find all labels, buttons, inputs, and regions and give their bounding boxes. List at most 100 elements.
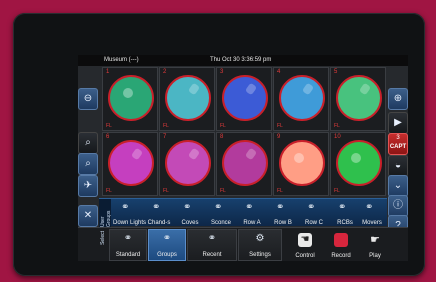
monitor-bezel: Museum (---) Thu Oct 30 3:36:59 pm ⊖ ⌕ ⌕… — [13, 13, 425, 276]
tile-fl-label: FL — [220, 188, 226, 194]
fixture-tile-2[interactable]: 2 FL — [159, 67, 215, 131]
tab-label: Recent — [202, 252, 222, 258]
fixture-tile-5[interactable]: 5 FL — [330, 67, 386, 131]
remove-fixture-button[interactable]: ⊖ — [78, 88, 98, 110]
zoom-out-button[interactable]: ⌕ — [78, 153, 98, 175]
tile-number: 9 — [277, 134, 281, 140]
tools-button[interactable]: ✕ — [78, 205, 98, 227]
group-icon: ⚭ — [183, 202, 192, 213]
group-icon: ⚭ — [245, 202, 254, 213]
fixture-color-swatch — [165, 75, 211, 121]
fixture-tile-9[interactable]: 9 FL — [273, 132, 329, 196]
tile-number: 7 — [163, 134, 167, 140]
select-heading: Select — [99, 228, 109, 261]
tile-number: 10 — [334, 134, 341, 140]
group-sconce[interactable]: ⚭ Sconce — [206, 199, 236, 227]
groups-heading-label: User Groups — [100, 210, 112, 227]
arrow-right-button[interactable]: ▶ — [388, 112, 408, 134]
group-row-b[interactable]: ⚭ Row B — [268, 199, 298, 227]
fixture-color-swatch — [279, 75, 325, 121]
projector-minus-icon: ⊖ — [83, 93, 93, 104]
wrench-icon: ✕ — [83, 210, 93, 221]
tile-number: 1 — [106, 69, 110, 75]
fixture-tile-8[interactable]: 8 FL — [216, 132, 272, 196]
group-rcbs[interactable]: ⚭ RCBs — [330, 199, 360, 227]
mode-record[interactable]: Record — [324, 229, 358, 261]
play-hand-icon: ☛ — [370, 234, 380, 246]
fan-button[interactable]: ✈ — [78, 175, 98, 197]
settings-icon: ⚙ — [255, 233, 265, 244]
tile-number: 6 — [106, 134, 110, 140]
tile-number: 2 — [163, 69, 167, 75]
light-bulb-icon — [294, 153, 304, 163]
mode-play[interactable]: ☛ Play — [358, 229, 392, 261]
standard-icon: ⚭ — [123, 233, 133, 244]
scroll-down-button[interactable]: ⌄ — [388, 175, 408, 197]
capture-button[interactable]: 3 CAPT — [388, 133, 408, 155]
datetime-label: Thu Oct 30 3:36:59 pm — [210, 57, 272, 63]
group-icon: ⚭ — [338, 202, 347, 213]
group-icon: ⚭ — [276, 202, 285, 213]
bottom-bar: Select ⚭ Standard ⚭ Groups ⚭ Recent ⚙ Se… — [78, 227, 408, 261]
capture-label: CAPT — [389, 144, 407, 150]
select-heading-label: Select — [100, 231, 106, 245]
arrow-right-icon: ▶ — [394, 117, 402, 128]
zoom-in-button[interactable]: ⌕ — [78, 132, 98, 154]
group-label: Sconce — [210, 220, 231, 226]
fixture-color-swatch — [279, 140, 325, 186]
add-fixture-button[interactable]: ⊕ — [388, 88, 408, 110]
fixture-tile-6[interactable]: 6 FL — [102, 132, 158, 196]
tile-number: 8 — [220, 134, 224, 140]
tile-number: 4 — [277, 69, 281, 75]
light-bulb-icon — [123, 88, 133, 98]
group-chand-s[interactable]: ⚭ Chand-s — [144, 199, 174, 227]
user-groups-bar: User Groups ⚭ Down Lights ⚭ Chand-s ⚭ Co… — [99, 198, 387, 227]
tab-recent[interactable]: ⚭ Recent — [187, 229, 237, 261]
group-label: Row C — [304, 220, 323, 226]
group-icon: ⚭ — [365, 202, 374, 213]
hand-icon: ☚ — [298, 233, 312, 247]
mode-control[interactable]: ☚ Control — [288, 229, 322, 261]
bowl-button[interactable]: ◒ — [388, 155, 408, 177]
light-bulb-icon — [351, 153, 361, 163]
group-down-lights[interactable]: ⚭ Down Lights — [113, 199, 146, 227]
bowl-icon: ◒ — [394, 160, 402, 171]
tab-label: Settings — [249, 252, 271, 258]
tile-fl-label: FL — [220, 123, 226, 129]
group-label: Coves — [181, 220, 199, 226]
tab-label: Standard — [115, 252, 141, 258]
chevron-down-icon: ⌄ — [393, 180, 403, 191]
recent-icon: ⚭ — [207, 233, 217, 244]
group-row-c[interactable]: ⚭ Row C — [299, 199, 329, 227]
group-coves[interactable]: ⚭ Coves — [175, 199, 205, 227]
capture-count: 3 — [396, 135, 400, 141]
groups-icon: ⚭ — [162, 233, 172, 244]
group-label: Chand-s — [147, 220, 171, 226]
groups-heading: User Groups — [99, 199, 112, 227]
fixture-tile-1[interactable]: 1 FL — [102, 67, 158, 131]
fixture-color-swatch — [165, 140, 211, 186]
group-label: RCBs — [337, 220, 353, 226]
tile-fl-label: FL — [106, 188, 112, 194]
magnify-icon: ⌕ — [85, 137, 91, 148]
fixture-color-swatch — [336, 140, 382, 186]
tab-standard[interactable]: ⚭ Standard — [109, 229, 147, 261]
group-label: Row B — [274, 220, 292, 226]
location-label: Museum (---) — [104, 57, 139, 63]
fixture-tile-4[interactable]: 4 FL — [273, 67, 329, 131]
group-row-a[interactable]: ⚭ Row A — [237, 199, 267, 227]
title-bar: Museum (---) Thu Oct 30 3:36:59 pm — [78, 55, 408, 66]
group-movers[interactable]: ⚭ Movers — [357, 199, 387, 227]
fixture-tile-7[interactable]: 7 FL — [159, 132, 215, 196]
group-icon: ⚭ — [307, 202, 316, 213]
fixture-tile-10[interactable]: 10 FL — [330, 132, 386, 196]
tab-groups[interactable]: ⚭ Groups — [148, 229, 186, 261]
tab-settings[interactable]: ⚙ Settings — [238, 229, 282, 261]
fixture-tile-3[interactable]: 3 FL — [216, 67, 272, 131]
fixture-color-swatch — [222, 75, 268, 121]
tab-label: Groups — [157, 252, 177, 258]
group-icon: ⚭ — [214, 202, 223, 213]
fixture-color-swatch — [222, 140, 268, 186]
info-button[interactable]: ⓘ — [388, 195, 408, 217]
magnify-minus-icon: ⌕ — [85, 158, 91, 169]
